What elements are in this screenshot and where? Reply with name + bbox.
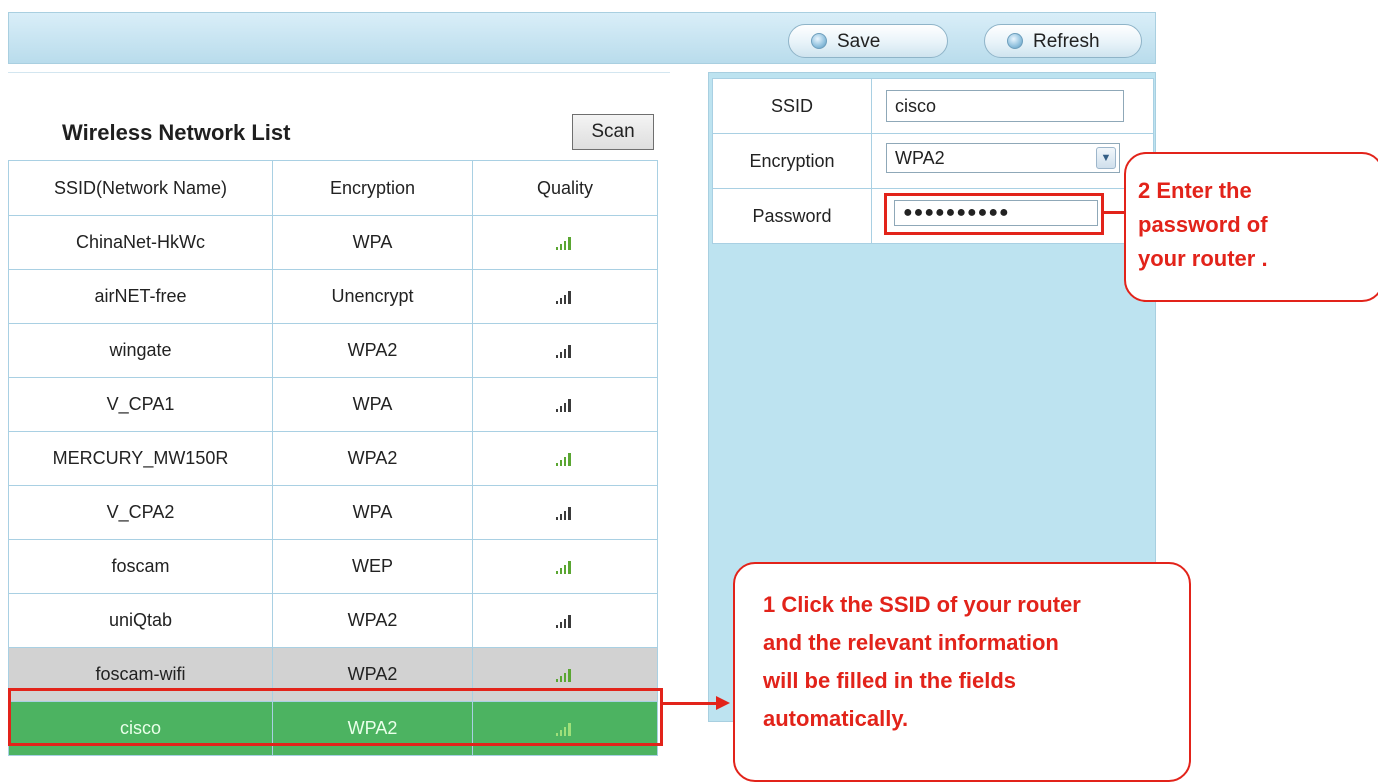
signal-strength-icon [556, 291, 571, 305]
ssid-cell[interactable]: MERCURY_MW150R [8, 431, 273, 486]
quality-cell [472, 377, 658, 432]
encryption-cell: WPA [272, 485, 473, 540]
password-label: Password [712, 188, 872, 244]
ssid-cell[interactable]: V_CPA1 [8, 377, 273, 432]
ssid-callout-line-3: will be filled in the fields [763, 668, 1017, 693]
column-header-quality: Quality [472, 160, 658, 216]
encryption-cell: Unencrypt [272, 269, 473, 324]
encryption-cell: WPA [272, 215, 473, 270]
column-header-ssid: SSID(Network Name) [8, 160, 273, 216]
refresh-button[interactable]: Refresh [984, 24, 1142, 58]
signal-strength-icon [556, 561, 571, 575]
ssid-cell[interactable]: foscam [8, 539, 273, 594]
signal-strength-icon [556, 237, 571, 251]
ssid-callout-line-4: automatically. [763, 706, 909, 731]
quality-cell [472, 323, 658, 378]
table-row[interactable]: uniQtab WPA2 [8, 593, 658, 648]
table-row[interactable]: foscam WEP [8, 539, 658, 594]
ssid-cell[interactable]: uniQtab [8, 593, 273, 648]
encryption-cell: WPA2 [272, 593, 473, 648]
encryption-select[interactable]: WPA2 ▼ [886, 143, 1120, 173]
encryption-cell: WPA2 [272, 323, 473, 378]
column-header-encryption: Encryption [272, 160, 473, 216]
save-button[interactable]: Save [788, 24, 948, 58]
ssid-callout-line-1: 1 Click the SSID of your router [763, 592, 1081, 617]
signal-strength-icon [556, 507, 571, 521]
quality-cell [472, 215, 658, 270]
signal-strength-icon [556, 453, 571, 467]
ssid-cell[interactable]: ChinaNet-HkWc [8, 215, 273, 270]
password-callout: 2 Enter the password of your router . [1124, 152, 1378, 302]
refresh-circle-icon [1007, 33, 1023, 49]
password-callout-line-3: your router . [1138, 246, 1268, 271]
scan-button[interactable]: Scan [572, 114, 654, 150]
network-table: SSID(Network Name) Encryption Quality Ch… [8, 160, 658, 756]
signal-strength-icon [556, 399, 571, 413]
quality-cell [472, 593, 658, 648]
signal-strength-icon [556, 669, 571, 683]
encryption-cell: WEP [272, 539, 473, 594]
table-row[interactable]: V_CPA2 WPA [8, 485, 658, 540]
ssid-callout: 1 Click the SSID of your router and the … [733, 562, 1191, 782]
ssid-cell[interactable]: V_CPA2 [8, 485, 273, 540]
table-row[interactable]: ChinaNet-HkWc WPA [8, 215, 658, 270]
signal-strength-icon [556, 615, 571, 629]
chevron-down-icon[interactable]: ▼ [1096, 147, 1116, 169]
table-row[interactable]: MERCURY_MW150R WPA2 [8, 431, 658, 486]
password-callout-line-1: 2 Enter the [1138, 178, 1252, 203]
ssid-cell[interactable]: airNET-free [8, 269, 273, 324]
encryption-select-value: WPA2 [895, 148, 945, 168]
password-highlight-box [884, 193, 1104, 235]
ssid-input[interactable]: cisco [886, 90, 1124, 122]
ssid-callout-connector [663, 702, 719, 705]
encryption-cell: WPA2 [272, 431, 473, 486]
ssid-label: SSID [712, 78, 872, 134]
quality-cell [472, 269, 658, 324]
selected-row-highlight-box [8, 688, 663, 746]
ssid-callout-line-2: and the relevant information [763, 630, 1059, 655]
table-row[interactable]: V_CPA1 WPA [8, 377, 658, 432]
table-header-row: SSID(Network Name) Encryption Quality [8, 160, 658, 216]
quality-cell [472, 431, 658, 486]
refresh-circle-icon [811, 33, 827, 49]
encryption-label: Encryption [712, 133, 872, 189]
table-row[interactable]: wingate WPA2 [8, 323, 658, 378]
signal-strength-icon [556, 345, 571, 359]
encryption-cell: WPA [272, 377, 473, 432]
ssid-callout-arrowhead [716, 696, 730, 710]
quality-cell [472, 539, 658, 594]
ssid-cell[interactable]: wingate [8, 323, 273, 378]
quality-cell [472, 485, 658, 540]
table-row[interactable]: airNET-free Unencrypt [8, 269, 658, 324]
password-callout-line-2: password of [1138, 212, 1268, 237]
network-list-title: Wireless Network List [62, 120, 291, 145]
